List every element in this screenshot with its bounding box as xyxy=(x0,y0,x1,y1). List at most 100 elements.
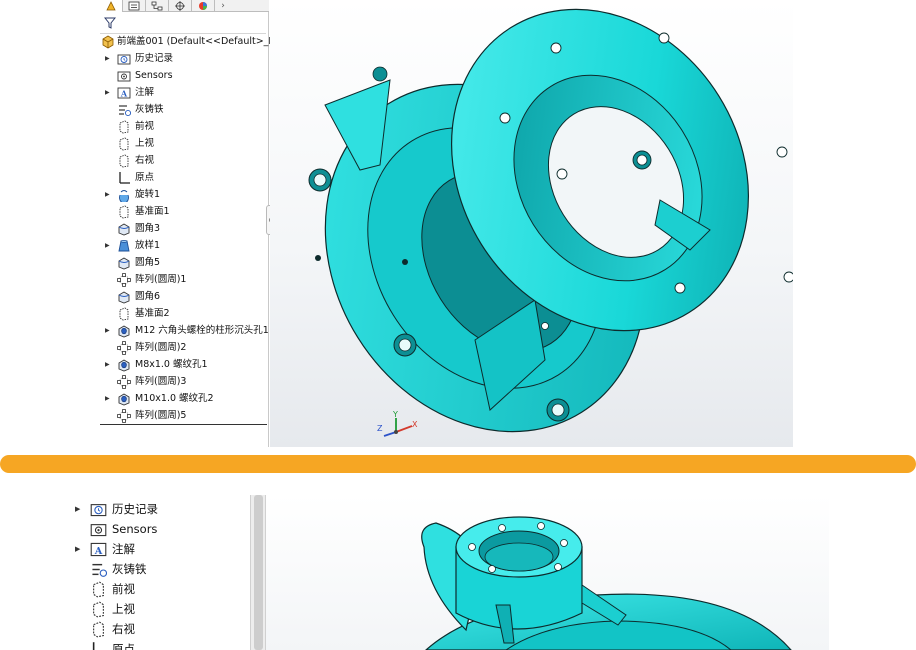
tree-item[interactable]: ▶ A 注解 xyxy=(72,539,250,559)
expand-arrow-icon[interactable]: ▶ xyxy=(105,391,111,407)
tree-item[interactable]: ▶ A 注解 xyxy=(100,85,269,101)
tree-item[interactable]: 灰铸铁 xyxy=(100,102,269,118)
feature-manager-tabs: › xyxy=(100,0,269,12)
expand-arrow-icon[interactable]: ▶ xyxy=(105,357,111,373)
expand-arrow-icon[interactable]: ▶ xyxy=(105,51,111,67)
tree-item-label: M12 六角头螺栓的柱形沉头孔1 xyxy=(135,325,269,336)
svg-text:A: A xyxy=(94,546,103,557)
expand-arrow-icon[interactable]: ▶ xyxy=(75,499,80,519)
tree-item[interactable]: ▶ M8x1.0 螺纹孔1 xyxy=(100,357,269,373)
configuration-manager-icon xyxy=(151,1,163,11)
model-cover-bottom[interactable] xyxy=(266,495,829,650)
tree-item[interactable]: 原点 xyxy=(72,639,250,650)
graphics-viewport-bottom[interactable] xyxy=(266,495,829,650)
tree-item[interactable]: 阵列(圆周)1 xyxy=(100,272,269,288)
tab-feature-manager[interactable] xyxy=(100,0,123,12)
tree-item[interactable]: ▶ 历史记录 xyxy=(72,499,250,519)
tree-item-label: 注解 xyxy=(112,542,135,556)
tree-item[interactable]: 基准面1 xyxy=(100,204,269,220)
graphics-viewport-top[interactable]: Y X Z xyxy=(270,0,793,447)
tree-item-label: Sensors xyxy=(112,522,158,536)
expand-arrow-icon[interactable]: ▶ xyxy=(105,85,111,101)
tree-item[interactable]: ▶ M12 六角头螺栓的柱形沉头孔1 xyxy=(100,323,269,339)
display-manager-icon xyxy=(199,2,207,10)
tree-filter-bar[interactable] xyxy=(100,12,266,34)
filter-icon[interactable] xyxy=(104,17,116,29)
expand-arrow-icon[interactable]: ▶ xyxy=(105,323,111,339)
tab-configuration-manager[interactable] xyxy=(146,0,169,12)
hole-wizard-icon xyxy=(117,392,131,406)
tree-item-label: 圆角6 xyxy=(135,291,161,302)
tree-item[interactable]: 原点 xyxy=(100,170,269,186)
plane-icon xyxy=(90,621,107,638)
feature-manager-tree-bottom: ▶ 历史记录 Sensors ▶ A 注解灰铸铁前视上视右视原点 xyxy=(72,495,266,650)
tree-item[interactable]: 阵列(圆周)2 xyxy=(100,340,269,356)
history-folder-icon xyxy=(90,501,107,518)
tree-item-label: 前视 xyxy=(135,121,155,132)
tree-item[interactable]: 阵列(圆周)5 xyxy=(100,408,269,424)
tree-scrollbar-thumb[interactable] xyxy=(254,495,263,650)
expand-arrow-icon[interactable]: ▶ xyxy=(105,238,111,254)
expand-arrow-icon[interactable]: ▶ xyxy=(75,539,80,559)
tree-item-label: 旋转1 xyxy=(135,189,161,200)
tree-item[interactable]: 圆角3 xyxy=(100,221,269,237)
tree-item-label: 圆角5 xyxy=(135,257,161,268)
tree-item[interactable]: 上视 xyxy=(100,136,269,152)
orange-divider-bar xyxy=(0,455,916,473)
tree-item[interactable]: 圆角5 xyxy=(100,255,269,271)
tree-item-label: 原点 xyxy=(112,642,135,650)
tree-item-label: M8x1.0 螺纹孔1 xyxy=(135,359,208,370)
triad-z-label: Z xyxy=(377,424,383,433)
tree-item-label: 前视 xyxy=(112,582,135,596)
tree-item[interactable]: ▶ M10x1.0 螺纹孔2 xyxy=(100,391,269,407)
tree-item[interactable]: 圆角6 xyxy=(100,289,269,305)
tree-item[interactable]: ▶ 旋转1 xyxy=(100,187,269,204)
tree-item[interactable]: 右视 xyxy=(72,619,250,639)
plane-icon xyxy=(117,205,131,219)
tree-item[interactable]: 前视 xyxy=(100,119,269,135)
plane-icon xyxy=(117,307,131,321)
circular-pattern-icon xyxy=(117,273,131,287)
tree-item-label: 灰铸铁 xyxy=(112,562,147,576)
tab-dimxpert-manager[interactable] xyxy=(169,0,192,12)
tree-item-label: 阵列(圆周)2 xyxy=(135,342,187,353)
model-front-end-cover[interactable] xyxy=(270,0,793,447)
tree-item[interactable]: 阵列(圆周)3 xyxy=(100,374,269,390)
tree-item[interactable]: 前视 xyxy=(72,579,250,599)
tree-item-label: M10x1.0 螺纹孔2 xyxy=(135,393,214,404)
triad-y-label: Y xyxy=(393,410,398,419)
feature-manager-tree: › 前端盖001 (Default<<Default>_PhotoW ▶ 历史记录… xyxy=(100,0,305,447)
property-manager-icon xyxy=(128,1,140,11)
tab-display-manager[interactable] xyxy=(192,0,215,12)
tree-item-label: 放样1 xyxy=(135,240,161,251)
feature-manager-icon xyxy=(106,1,116,11)
tree-item[interactable]: ▶ 放样1 xyxy=(100,238,269,254)
tree-item[interactable]: 基准面2 xyxy=(100,306,269,322)
hole-wizard-icon xyxy=(117,358,131,372)
tree-item[interactable]: Sensors xyxy=(72,519,250,539)
tree-item-label: 注解 xyxy=(135,87,155,98)
tree-item-label: 基准面1 xyxy=(135,206,170,217)
tree-item-label: 上视 xyxy=(135,138,155,149)
part-icon xyxy=(102,35,114,49)
expand-arrow-icon[interactable]: ▶ xyxy=(105,187,111,203)
tab-property-manager[interactable] xyxy=(123,0,146,12)
tree-scrollbar[interactable] xyxy=(250,495,266,650)
dimxpert-icon xyxy=(175,1,185,11)
tree-item[interactable]: 灰铸铁 xyxy=(72,559,250,579)
tree-item-label: 灰铸铁 xyxy=(135,104,164,115)
tree-bottom-divider xyxy=(100,424,267,425)
tree-item-label: 圆角3 xyxy=(135,223,161,234)
plane-icon xyxy=(117,137,131,151)
tree-item[interactable]: Sensors xyxy=(100,68,269,84)
tree-item[interactable]: 右视 xyxy=(100,153,269,169)
tree-item-label: 基准面2 xyxy=(135,308,170,319)
tree-item[interactable]: 上视 xyxy=(72,599,250,619)
tree-item[interactable]: ▶ 历史记录 xyxy=(100,51,269,67)
tabs-more-button[interactable]: › xyxy=(215,0,231,12)
triad-x-label: X xyxy=(412,420,418,429)
tree-item-label: 上视 xyxy=(112,602,135,616)
fillet-icon xyxy=(117,290,131,304)
tree-root-part[interactable]: 前端盖001 (Default<<Default>_PhotoW xyxy=(100,34,305,50)
revolve-icon xyxy=(117,188,131,204)
